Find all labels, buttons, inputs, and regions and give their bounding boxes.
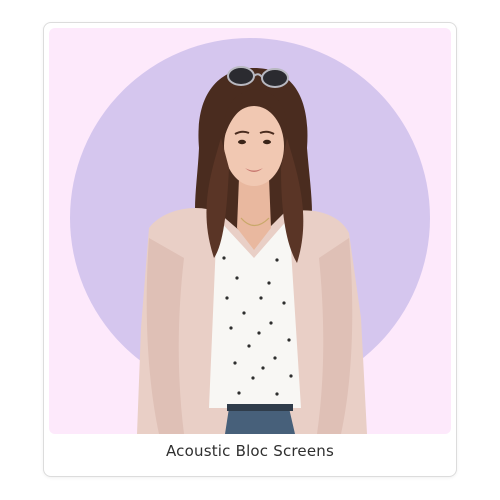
product-card[interactable]: Acoustic Bloc Screens — [43, 22, 457, 477]
product-title[interactable]: Acoustic Bloc Screens — [44, 442, 456, 460]
belt — [227, 404, 293, 411]
product-image[interactable] — [49, 28, 451, 434]
jeans — [225, 408, 295, 434]
woman-photo-illustration — [70, 38, 430, 434]
